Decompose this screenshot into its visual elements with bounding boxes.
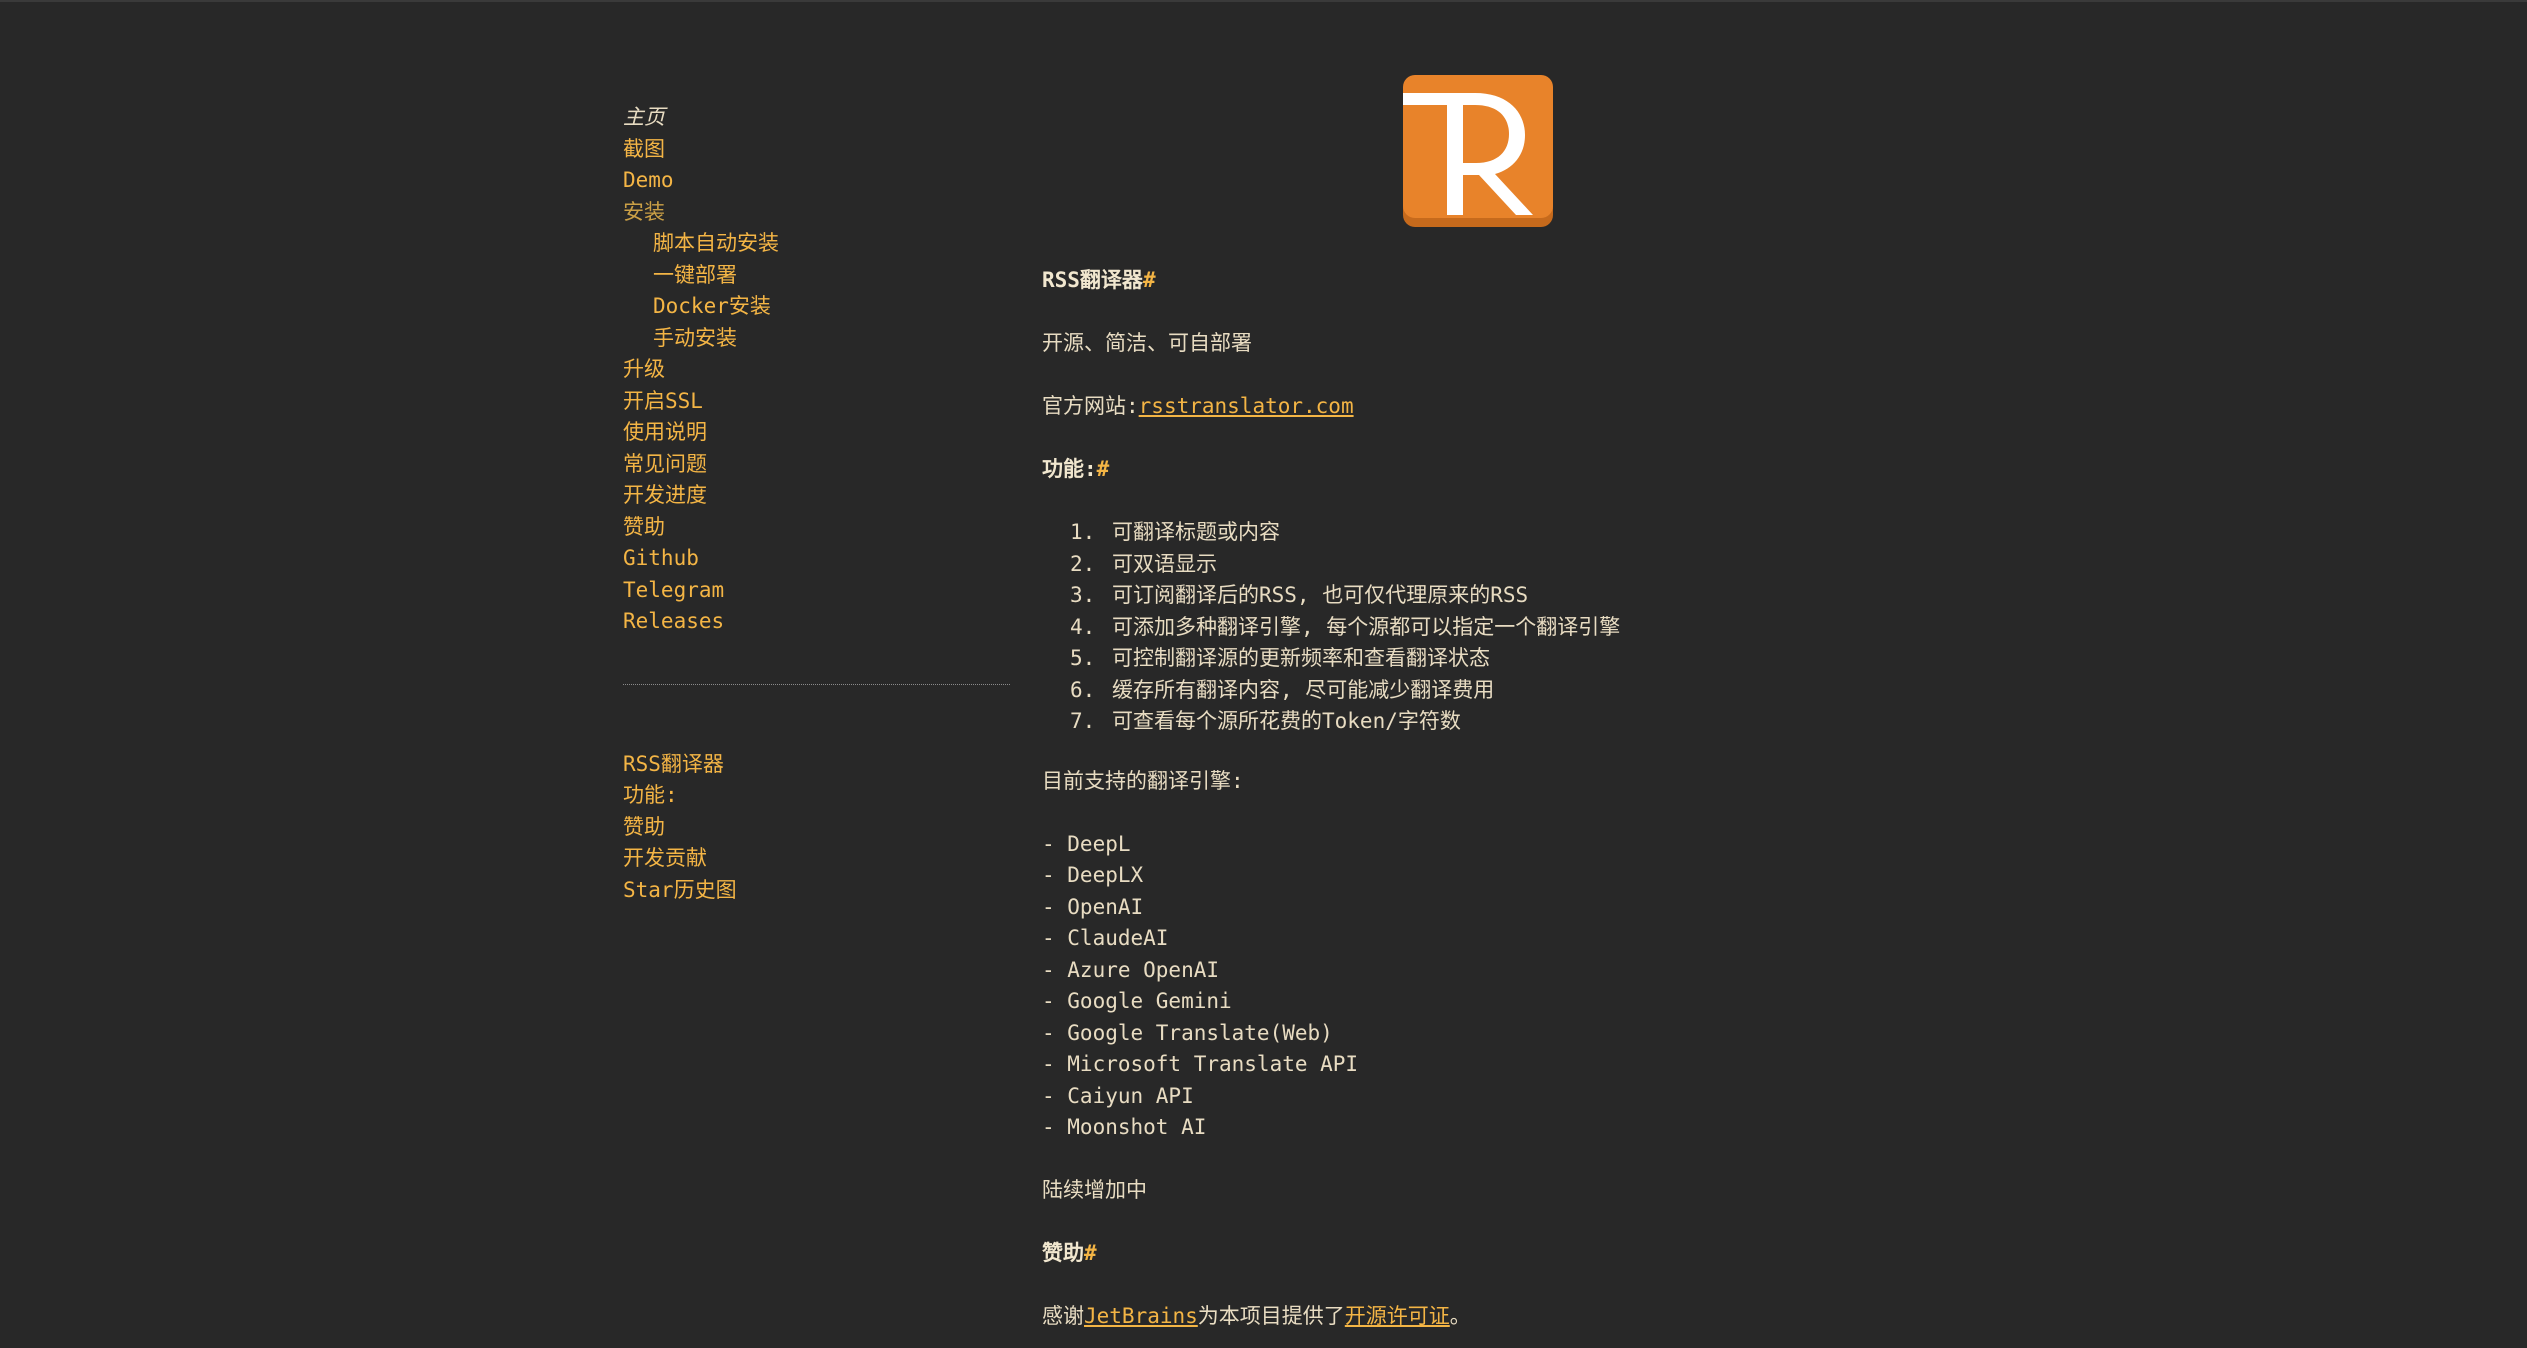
nav-telegram[interactable]: Telegram	[623, 575, 1010, 607]
engine-item: - Moonshot AI	[1042, 1115, 1207, 1139]
page-title-text: RSS翻译器	[1042, 268, 1143, 292]
engines-list: - DeepL - DeepLX - OpenAI - ClaudeAI - A…	[1042, 829, 1802, 1144]
engines-intro: 目前支持的翻译引擎:	[1042, 768, 1244, 793]
title-anchor-link[interactable]: #	[1143, 268, 1156, 292]
list-item: 2. 可双语显示	[1070, 551, 1217, 576]
list-item: 5. 可控制翻译源的更新频率和查看翻译状态	[1070, 646, 1490, 670]
engine-item: - Google Gemini	[1042, 989, 1232, 1013]
sidebar: 主页 截图 Demo 安装 脚本自动安装 一键部署 Docker安装 手动安装 …	[623, 102, 1010, 906]
nav-releases[interactable]: Releases	[623, 606, 1010, 638]
list-item: 7. 可查看每个源所花费的Token/字符数	[1070, 709, 1461, 733]
engine-item: - Microsoft Translate API	[1042, 1052, 1359, 1076]
nav-home[interactable]: 主页	[623, 102, 1010, 134]
top-border	[0, 0, 2527, 2]
toc-sponsor[interactable]: 赞助	[623, 812, 1010, 844]
features-heading-text: 功能:	[1042, 457, 1097, 481]
nav-install-manual[interactable]: 手动安装	[623, 323, 1010, 355]
tagline: 开源、简洁、可自部署	[1042, 331, 1252, 355]
nav-install-one-click[interactable]: 一键部署	[623, 260, 1010, 292]
list-item: 3. 可订阅翻译后的RSS, 也可仅代理原来的RSS	[1070, 583, 1529, 607]
toc-features[interactable]: 功能:	[623, 780, 1010, 812]
features-list: 1. 可翻译标题或内容 2. 可双语显示 3. 可订阅翻译后的RSS, 也可仅代理原来…	[1042, 517, 1802, 738]
table-of-contents: RSS翻译器 功能: 赞助 开发贡献 Star历史图	[623, 749, 1010, 907]
engine-item: - DeepL	[1042, 831, 1131, 856]
sponsor-heading-text: 赞助	[1042, 1241, 1084, 1265]
jetbrains-link[interactable]: JetBrains	[1084, 1304, 1198, 1328]
website-link[interactable]: rsstranslator.com	[1139, 394, 1354, 418]
engine-item: - DeepLX	[1042, 863, 1144, 887]
toc-contribute[interactable]: 开发贡献	[623, 843, 1010, 875]
rss-translator-logo-icon	[1403, 75, 1553, 227]
sponsor-heading: 赞助#	[1042, 1238, 1802, 1270]
nav-faq[interactable]: 常见问题	[623, 449, 1010, 481]
website-line: 官方网站:rsstranslator.com	[1042, 391, 1802, 423]
list-item: 1. 可翻译标题或内容	[1070, 520, 1280, 544]
engine-item: - OpenAI	[1042, 894, 1144, 919]
more-coming-text: 陆续增加中	[1042, 1178, 1147, 1202]
nav-usage[interactable]: 使用说明	[623, 417, 1010, 449]
nav-upgrade[interactable]: 升级	[623, 354, 1010, 386]
list-item: 4. 可添加多种翻译引擎, 每个源都可以指定一个翻译引擎	[1070, 614, 1621, 639]
thanks-line: 感谢JetBrains为本项目提供了开源许可证。	[1042, 1304, 1471, 1328]
engine-item: - Google Translate(Web)	[1042, 1020, 1333, 1045]
engine-item: - Azure OpenAI	[1042, 957, 1220, 982]
engine-item: - ClaudeAI	[1042, 926, 1169, 950]
nav-github[interactable]: Github	[623, 543, 1010, 575]
nav-sponsor[interactable]: 赞助	[623, 512, 1010, 544]
toc-star-history[interactable]: Star历史图	[623, 875, 1010, 907]
page-title: RSS翻译器#	[1042, 265, 1802, 297]
sponsor-anchor-link[interactable]: #	[1084, 1241, 1097, 1265]
list-item: 6. 缓存所有翻译内容, 尽可能减少翻译费用	[1070, 677, 1495, 702]
nav-demo[interactable]: Demo	[623, 165, 1010, 197]
toc-rss-translator[interactable]: RSS翻译器	[623, 749, 1010, 781]
engine-item: - Caiyun API	[1042, 1083, 1194, 1108]
nav-install-docker[interactable]: Docker安装	[623, 291, 1010, 323]
nav-install[interactable]: 安装	[623, 197, 1010, 229]
nav-enable-ssl[interactable]: 开启SSL	[623, 386, 1010, 418]
features-anchor-link[interactable]: #	[1097, 457, 1110, 481]
website-prefix: 官方网站:	[1042, 394, 1139, 418]
nav-roadmap[interactable]: 开发进度	[623, 480, 1010, 512]
features-heading: 功能:#	[1042, 454, 1802, 486]
nav-install-script[interactable]: 脚本自动安装	[623, 228, 1010, 260]
open-source-license-link[interactable]: 开源许可证	[1345, 1304, 1450, 1328]
nav-screenshots[interactable]: 截图	[623, 134, 1010, 166]
sidebar-divider	[623, 683, 1010, 685]
